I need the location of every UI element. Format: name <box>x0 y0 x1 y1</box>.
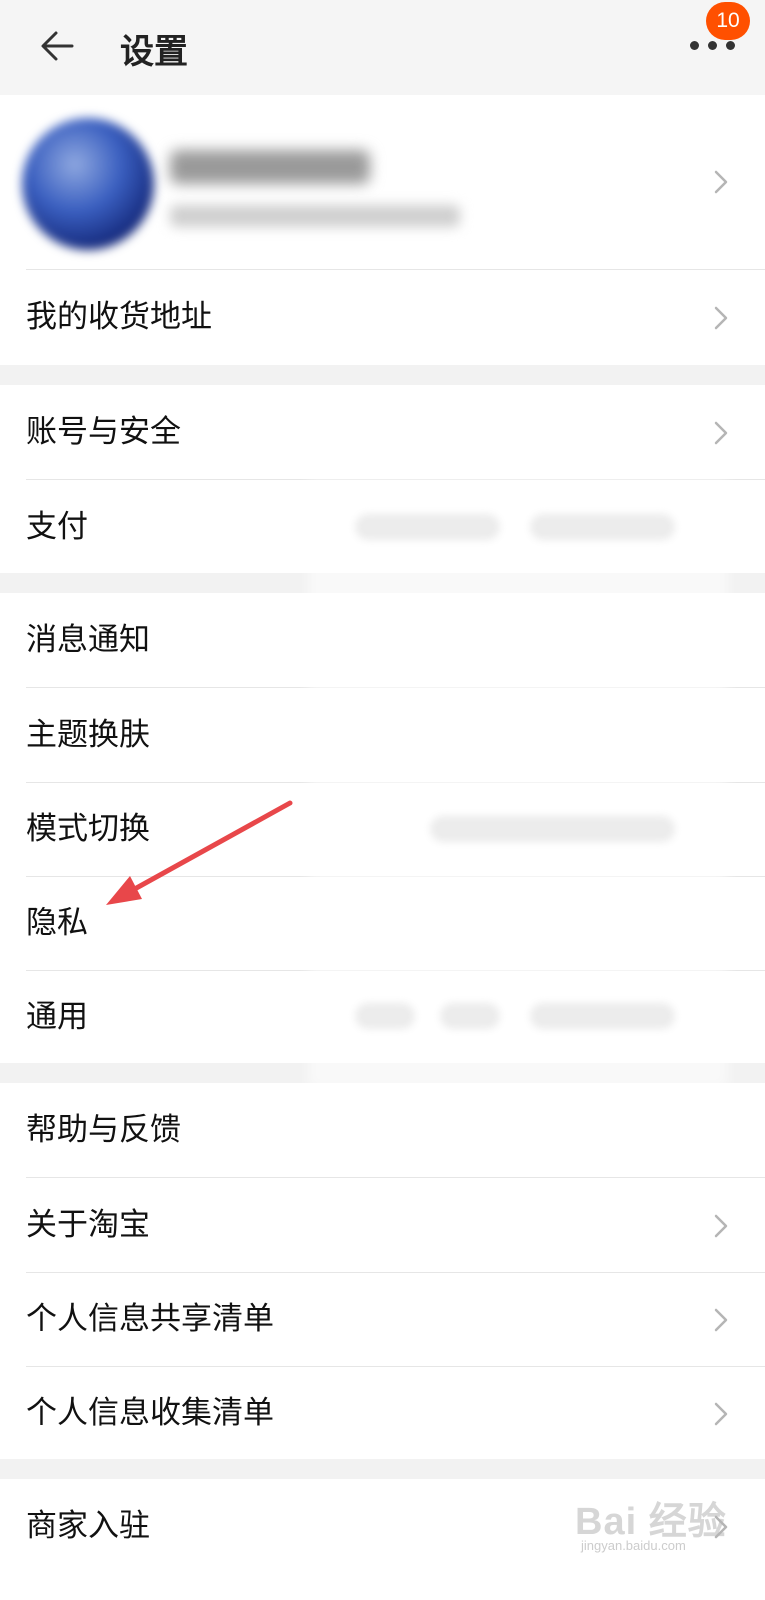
settings-row-address[interactable]: 我的收货地址 <box>0 270 765 365</box>
avatar[interactable] <box>22 118 154 250</box>
row-label: 个人信息共享清单 <box>26 1301 274 1337</box>
row-label: 帮助与反馈 <box>26 1112 181 1148</box>
row-label: 关于淘宝 <box>26 1207 150 1243</box>
row-label: 个人信息收集清单 <box>26 1395 274 1431</box>
row-label: 支付 <box>26 509 88 545</box>
settings-row-about[interactable]: 关于淘宝 <box>0 1178 765 1273</box>
settings-row-account-security[interactable]: 账号与安全 <box>0 385 765 480</box>
blur-overlay <box>308 478 728 1088</box>
settings-row-info-collection[interactable]: 个人信息收集清单 <box>0 1366 765 1459</box>
chevron-right-icon <box>714 1402 728 1426</box>
profile-name-blurred <box>170 150 370 184</box>
chevron-right-icon <box>714 306 728 330</box>
top-bar: 设置 10 <box>0 0 765 95</box>
notification-badge: 10 <box>706 2 750 40</box>
row-label: 隐私 <box>26 905 88 941</box>
watermark-text: Bai 经验 <box>575 1501 727 1543</box>
row-label: 通用 <box>26 999 88 1035</box>
row-label: 主题换肤 <box>26 717 150 753</box>
profile-subtitle-blurred <box>170 205 460 227</box>
row-label: 消息通知 <box>26 622 150 658</box>
row-label: 我的收货地址 <box>26 299 212 335</box>
watermark-url: jingyan.baidu.com <box>581 1538 686 1553</box>
row-label: 模式切换 <box>26 811 150 847</box>
row-label: 账号与安全 <box>26 414 181 450</box>
settings-row-help-feedback[interactable]: 帮助与反馈 <box>0 1083 765 1178</box>
watermark-logo: Bai 经验 jingyan.baidu.com <box>575 1490 755 1560</box>
chevron-right-icon <box>714 1308 728 1332</box>
chevron-right-icon <box>714 1214 728 1238</box>
row-label: 商家入驻 <box>26 1508 150 1544</box>
settings-row-info-sharing[interactable]: 个人信息共享清单 <box>0 1272 765 1367</box>
page-title: 设置 <box>120 32 188 72</box>
chevron-right-icon <box>714 421 728 445</box>
arrow-left-icon[interactable] <box>38 26 78 66</box>
chevron-right-icon <box>714 170 728 194</box>
